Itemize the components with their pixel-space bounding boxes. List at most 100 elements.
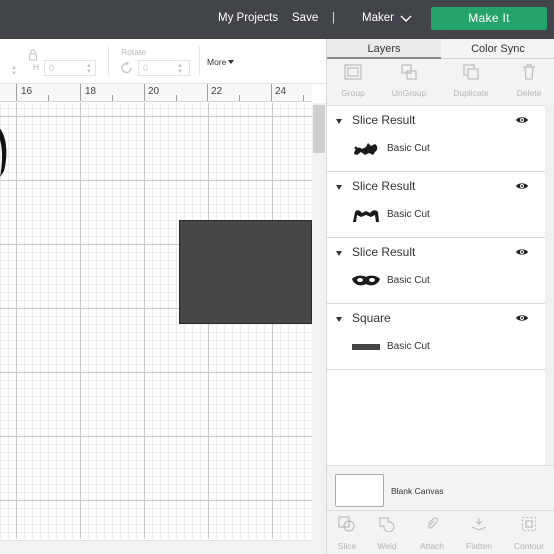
ruler-tick [207, 84, 208, 101]
save-link[interactable]: Save [292, 12, 318, 24]
eye-icon[interactable] [515, 247, 529, 257]
ruler-tick [239, 95, 240, 101]
layer-group[interactable]: Slice Result Basic Cut [327, 238, 545, 304]
make-it-button[interactable]: Make It [431, 7, 547, 30]
trash-icon [523, 64, 535, 80]
rotate-value: 0 [143, 63, 149, 73]
layers-panel: Layers Color Sync Group UnGroup Duplicat… [326, 39, 554, 554]
layer-group-name: Slice Result [352, 179, 416, 193]
rotate-label: Rotate [121, 47, 147, 57]
ruler-tick [303, 95, 304, 101]
ruler-label: 18 [85, 86, 97, 97]
ungroup-button[interactable]: UnGroup [379, 64, 439, 98]
layer-group[interactable]: Slice Result Basic Cut [327, 106, 545, 172]
design-canvas[interactable] [0, 103, 312, 539]
ruler-label: 22 [211, 86, 223, 97]
tab-layers[interactable]: Layers [327, 39, 441, 59]
ruler-label: 20 [148, 86, 160, 97]
caret-down-icon [228, 60, 235, 64]
weld-label: Weld [377, 541, 397, 551]
ruler-label: 24 [275, 86, 287, 97]
contour-button[interactable]: Contour [507, 516, 551, 551]
flatten-icon [471, 518, 487, 531]
more-menu-button[interactable]: More [207, 57, 235, 67]
rotate-icon [121, 61, 132, 74]
duplicate-button[interactable]: Duplicate [441, 64, 501, 98]
eye-icon[interactable] [515, 313, 529, 323]
slice-label: Slice [337, 541, 357, 551]
height-label: H [33, 62, 40, 72]
divider [199, 46, 200, 76]
canvas-vertical-scrollbar[interactable] [312, 103, 326, 554]
slice-result-1-thumbnail [354, 143, 378, 155]
ruler-tick [48, 95, 49, 101]
delete-label: Delete [516, 88, 542, 98]
w-stepper[interactable]: ▲ ▼ [11, 65, 17, 77]
blank-canvas-label: Blank Canvas [391, 486, 444, 496]
slice-result-2-thumbnail [353, 210, 379, 222]
layer-group-name: Slice Result [352, 113, 416, 127]
eye-icon[interactable] [515, 115, 529, 125]
ruler-tick [16, 84, 17, 101]
ruler-tick [112, 95, 113, 101]
tab-color-sync[interactable]: Color Sync [441, 39, 554, 59]
layer-cut-type: Basic Cut [387, 143, 430, 154]
layers-list: Slice Result Basic Cut Slice Result Basi… [327, 105, 545, 497]
ungroup-icon [401, 64, 417, 80]
machine-label: Maker [362, 12, 394, 24]
slice-button[interactable]: Slice [325, 516, 369, 551]
divider [108, 46, 109, 76]
square-thumbnail [352, 344, 380, 350]
attach-label: Attach [419, 541, 445, 551]
ruler-tick [80, 84, 81, 101]
ungroup-label: UnGroup [391, 88, 427, 98]
canvas-horizontal-scrollbar[interactable] [0, 540, 312, 554]
height-stepper[interactable]: ▲ ▼ [86, 63, 92, 75]
weld-button[interactable]: Weld [365, 516, 409, 551]
layer-group-name: Slice Result [352, 245, 416, 259]
canvas-color-swatch[interactable] [335, 474, 384, 507]
caret-down-icon[interactable] [336, 185, 342, 190]
layer-group[interactable]: Slice Result Basic Cut [327, 172, 545, 238]
height-value: 0 [49, 63, 55, 73]
top-bar: My Projects Save | Maker Make It [0, 0, 554, 39]
ruler-tick [176, 95, 177, 101]
chevron-down-icon [400, 15, 412, 22]
slice-icon [338, 516, 355, 532]
header-separator: | [332, 12, 335, 24]
layers-scrollbar[interactable] [545, 105, 554, 497]
rotate-stepper[interactable]: ▲ ▼ [177, 63, 183, 75]
contour-icon [521, 516, 537, 532]
duplicate-icon [463, 64, 479, 80]
flatten-button[interactable]: Flatten [457, 516, 501, 551]
weld-icon [379, 517, 395, 533]
black-shape-fragment[interactable] [0, 125, 10, 179]
canvas-scroll-thumb[interactable] [313, 105, 325, 153]
more-label: More [207, 57, 227, 67]
group-label: Group [341, 88, 365, 98]
ruler-label: 16 [21, 86, 33, 97]
group-button[interactable]: Group [323, 64, 383, 98]
layer-cut-type: Basic Cut [387, 209, 430, 220]
caret-down-icon[interactable] [336, 251, 342, 256]
delete-button[interactable]: Delete [499, 64, 554, 98]
horizontal-ruler: 16 18 20 22 24 [0, 84, 312, 102]
layer-group-name: Square [352, 311, 391, 325]
caret-down-icon[interactable] [336, 317, 342, 322]
slice-result-3-thumbnail [352, 275, 380, 286]
duplicate-label: Duplicate [453, 88, 489, 98]
group-icon [344, 64, 362, 80]
layer-cut-type: Basic Cut [387, 341, 430, 352]
ruler-tick [271, 84, 272, 101]
attach-button[interactable]: Attach [410, 516, 454, 551]
paperclip-icon [427, 517, 439, 529]
blank-canvas-row[interactable]: Blank Canvas [327, 465, 554, 509]
eye-icon[interactable] [515, 181, 529, 191]
my-projects-link[interactable]: My Projects [218, 12, 278, 24]
machine-selector[interactable]: Maker [362, 12, 412, 24]
layer-cut-type: Basic Cut [387, 275, 430, 286]
square-shape[interactable] [179, 220, 312, 324]
layer-group[interactable]: Square Basic Cut [327, 304, 545, 370]
lock-icon[interactable] [28, 49, 38, 61]
caret-down-icon[interactable] [336, 119, 342, 124]
